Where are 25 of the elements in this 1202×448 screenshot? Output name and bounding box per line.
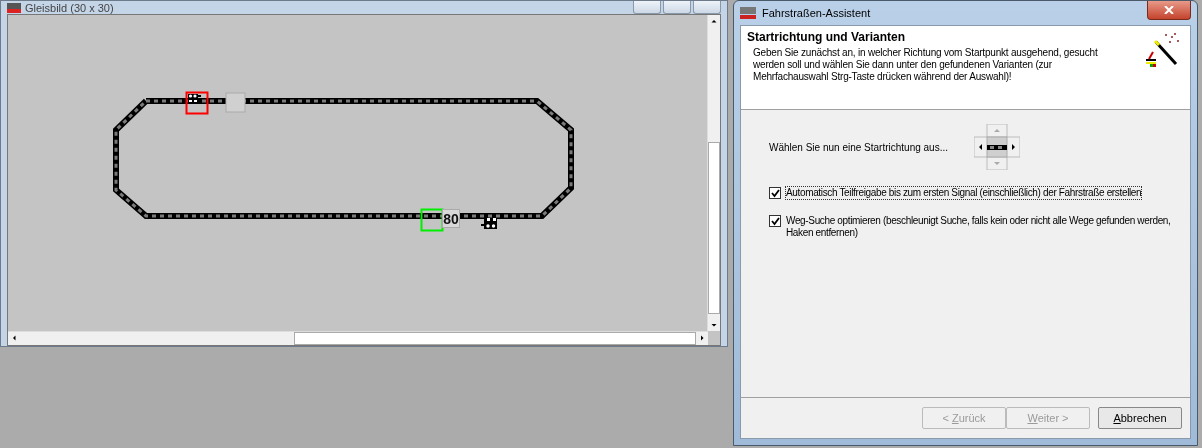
speed-sign[interactable]: 80	[442, 209, 460, 228]
checkbox-label[interactable]: Automatisch Teilfreigabe bis zum ersten Signal (einschließlich) der Fahrstraße erstellen	[785, 186, 1143, 200]
signal-icon[interactable]	[481, 218, 497, 229]
direction-picker[interactable]	[974, 124, 1020, 170]
target-marker	[420, 208, 444, 232]
signal-icon[interactable]	[188, 94, 201, 103]
horizontal-scrollbar[interactable]	[8, 331, 708, 345]
close-icon	[1164, 6, 1174, 14]
start-marker	[185, 91, 209, 115]
maximize-button[interactable]	[663, 1, 691, 14]
page-heading: Startrichtung und Varianten	[747, 30, 906, 44]
app-icon	[7, 2, 21, 13]
block-tile[interactable]	[225, 92, 246, 113]
vertical-scrollbar[interactable]	[707, 15, 720, 331]
checkbox[interactable]	[769, 187, 781, 199]
checkbox[interactable]	[769, 215, 781, 227]
app-icon	[740, 7, 756, 19]
close-button[interactable]	[1147, 1, 1191, 20]
checkbox-label[interactable]: Weg-Suche optimieren (beschleunigt Suche, falls kein oder nicht alle Wege gefunden werden, Haken entfernen)	[785, 214, 1182, 240]
minimize-button[interactable]	[633, 1, 661, 14]
direction-prompt: Wählen Sie nun eine Startrichtung aus...	[769, 141, 948, 153]
page-description: Geben Sie zunächst an, in welcher Richtung vom Startpunkt ausgehend, gesucht werden soll und wählen Sie dann unter den gefundenen Varianten (zur Mehrfachauswahl Strg-Taste drücken während der Auswahl)!	[752, 47, 1099, 83]
window-title: Gleisbild (30 x 30)	[25, 1, 115, 14]
cancel-button[interactable]: Abbrechen	[1098, 407, 1182, 429]
dialog-title: Fahrstraßen-Assistent	[762, 7, 872, 19]
